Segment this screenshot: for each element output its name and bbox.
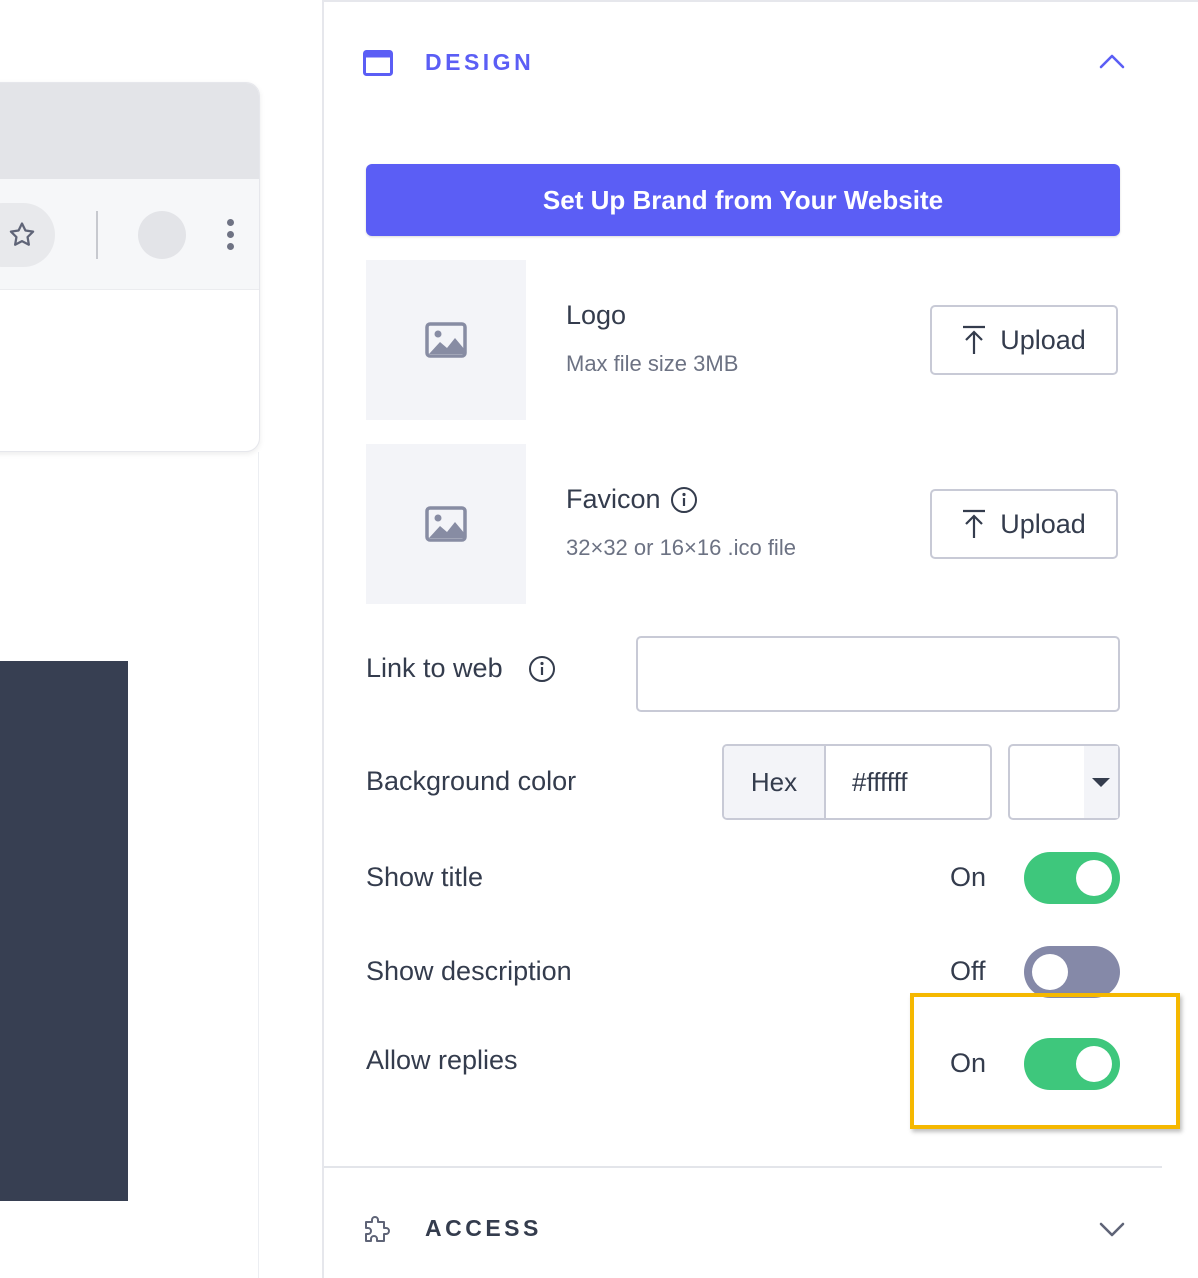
logo-preview <box>366 260 526 420</box>
toggle-knob <box>1076 860 1112 896</box>
puzzle-icon <box>365 1216 390 1242</box>
allow-replies-toggle[interactable] <box>1024 1038 1120 1090</box>
favicon-hint: 32×32 or 16×16 .ico file <box>566 535 796 560</box>
image-icon <box>425 322 467 358</box>
show-title-toggle[interactable] <box>1024 852 1120 904</box>
background-color-label: Background color <box>366 766 577 796</box>
browser-tab-bar <box>0 83 259 179</box>
more-vertical-icon <box>227 219 235 253</box>
design-section-title[interactable]: DESIGN <box>425 49 534 76</box>
pane-divider <box>322 0 324 1278</box>
link-to-web-input[interactable] <box>636 636 1120 712</box>
info-icon[interactable] <box>528 655 556 683</box>
favicon-upload-label: Upload <box>1000 508 1086 539</box>
section-divider <box>324 1166 1162 1168</box>
show-description-toggle[interactable] <box>1024 946 1120 998</box>
show-description-state: Off <box>950 956 986 986</box>
link-to-web-label: Link to web <box>366 653 503 683</box>
avatar <box>138 211 186 259</box>
favicon-label: Favicon <box>566 484 661 514</box>
upload-icon <box>963 509 986 538</box>
preview-dark-block <box>0 661 128 1201</box>
setup-brand-button[interactable]: Set Up Brand from Your Website <box>366 164 1120 236</box>
favicon-preview <box>366 444 526 604</box>
color-picker-dropdown[interactable] <box>1008 744 1120 820</box>
allow-replies-label: Allow replies <box>366 1045 518 1075</box>
dropdown-arrow[interactable] <box>1084 746 1118 818</box>
star-icon <box>9 222 35 246</box>
background-color-value[interactable]: #ffffff <box>826 746 990 818</box>
preview-pane <box>0 0 322 1278</box>
preview-edge-line <box>258 452 259 1278</box>
color-format-label: Hex <box>724 746 826 818</box>
logo-label: Logo <box>566 300 627 330</box>
show-title-label: Show title <box>366 862 484 892</box>
allow-replies-state: On <box>950 1048 987 1078</box>
browser-preview <box>0 82 260 452</box>
background-color-field[interactable]: Hex #ffffff <box>722 744 992 820</box>
logo-upload-label: Upload <box>1000 324 1086 355</box>
info-icon[interactable] <box>670 486 698 514</box>
favicon-upload-button[interactable]: Upload <box>930 489 1118 559</box>
access-section-title[interactable]: ACCESS <box>425 1215 542 1242</box>
top-border <box>322 0 1198 2</box>
show-description-label: Show description <box>366 956 572 986</box>
upload-icon <box>963 325 986 354</box>
show-title-state: On <box>950 862 987 892</box>
toolbar-divider <box>96 211 98 259</box>
chevron-down-icon[interactable] <box>1099 1221 1125 1237</box>
caret-down-icon <box>1092 777 1110 787</box>
window-icon <box>363 50 393 76</box>
logo-hint: Max file size 3MB <box>566 351 739 376</box>
chevron-up-icon[interactable] <box>1099 53 1125 69</box>
logo-upload-button[interactable]: Upload <box>930 305 1118 375</box>
image-icon <box>425 506 467 542</box>
toggle-knob <box>1032 954 1068 990</box>
toggle-knob <box>1076 1046 1112 1082</box>
